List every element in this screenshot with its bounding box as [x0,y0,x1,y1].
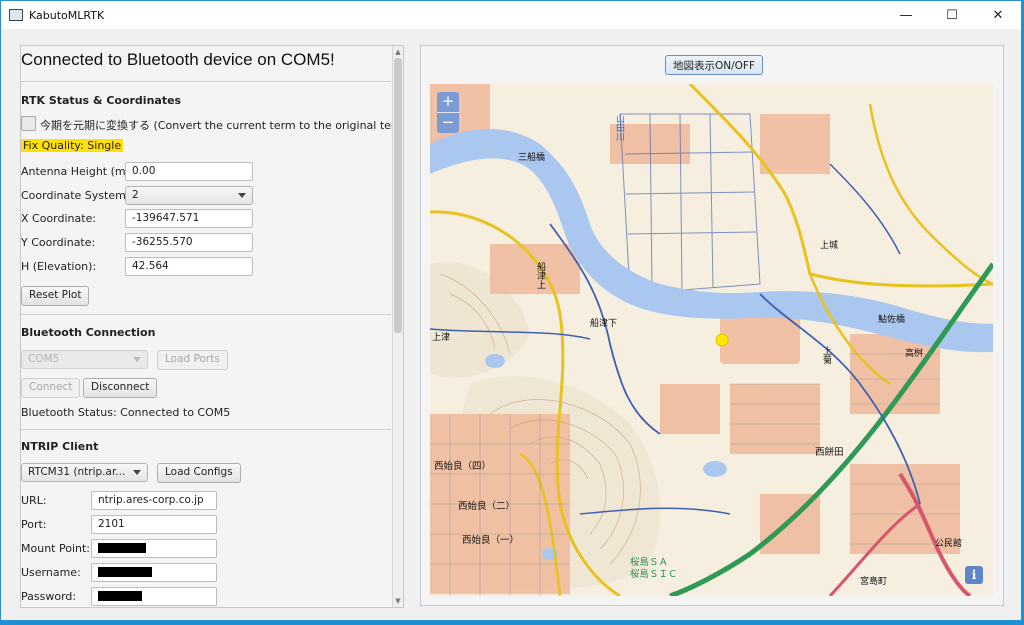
elevation-field[interactable]: 42.564 [125,257,253,276]
port-select: COM5 [21,350,148,369]
url-label: URL: [21,494,47,507]
url-input[interactable]: ntrip.ares-corp.co.jp [91,491,217,510]
map-label-district: 西始良（一） [462,535,520,546]
map-label-district: 西始良（二） [458,501,516,512]
divider [21,81,391,82]
close-button[interactable]: ✕ [975,1,1021,29]
password-label: Password: [21,590,77,603]
map-view[interactable]: 三船橋 山田川 上津 船津上 船津下 鮎佐橋 上菊 高桝 西始良（四） 西始良（… [430,84,993,596]
zoom-in-button[interactable]: + [437,92,459,112]
redaction-mask [98,591,142,601]
map-label-place: 高桝 [905,349,924,359]
port-value: COM5 [28,353,60,365]
app-icon [9,9,23,21]
map-label-bridge: 三船橋 [518,153,546,163]
elevation-label: H (Elevation): [21,260,97,273]
load-ports-button: Load Ports [157,350,228,370]
ntrip-config-value: RTCM31 (ntrip.ar... [28,466,126,478]
port-label: Port: [21,518,47,531]
disconnect-button[interactable]: Disconnect [83,378,158,398]
antenna-height-label: Antenna Height (m): [21,165,134,178]
zoom-control: + − [437,92,459,133]
maximize-button[interactable]: ☐ [929,1,975,29]
bluetooth-status: Bluetooth Status: Connected to COM5 [21,406,231,419]
info-icon[interactable]: i [965,566,983,584]
scroll-thumb[interactable] [394,58,402,333]
x-coordinate-field[interactable]: -139647.571 [125,209,253,228]
scroll-down-arrow-icon[interactable]: ▼ [394,596,402,606]
load-configs-button[interactable]: Load Configs [157,463,241,483]
coord-system-select[interactable]: 2 [125,186,253,205]
reset-plot-button[interactable]: Reset Plot [21,286,90,306]
port-input[interactable]: 2101 [91,515,217,534]
map-label-district: 西始良（四） [434,461,492,472]
chevron-down-icon [238,193,246,198]
chevron-down-icon [133,470,141,475]
redaction-mask [98,567,152,577]
username-input[interactable] [91,563,217,582]
scroll-up-arrow-icon[interactable]: ▲ [394,47,402,57]
map-label-place: 上津 [432,333,451,343]
password-input[interactable] [91,587,217,606]
divider [21,429,391,430]
y-coordinate-field[interactable]: -36255.570 [125,233,253,252]
zoom-out-button[interactable]: − [437,113,459,133]
coord-system-value: 2 [132,189,139,201]
map-label-place: 西餅田 [815,447,844,458]
map-label-place: 船津下 [590,319,618,329]
ntrip-section-title: NTRIP Client [21,440,99,453]
bluetooth-section-title: Bluetooth Connection [21,326,156,339]
map-label-place: 宮島町 [860,577,888,587]
map-label-place: 上菊 [821,346,831,364]
chevron-down-icon [133,357,141,362]
connection-header: Connected to Bluetooth device on COM5! [21,50,335,69]
app-window: KabutoMLRTK — ☐ ✕ Connected to Bluetooth… [0,0,1022,621]
map-label-bridge: 鮎佐橋 [878,315,906,325]
y-coordinate-label: Y Coordinate: [21,236,96,249]
map-label-river: 山田川 [614,114,624,141]
scrollbar[interactable]: ▲ ▼ [392,46,403,607]
antenna-height-input[interactable]: 0.00 [125,162,253,181]
mount-point-input[interactable] [91,539,217,558]
ntrip-config-select[interactable]: RTCM31 (ntrip.ar... [21,463,148,482]
title-bar[interactable]: KabutoMLRTK — ☐ ✕ [1,1,1021,29]
map-toggle-button[interactable]: 地図表示ON/OFF [665,55,764,75]
username-label: Username: [21,566,81,579]
convert-term-label[interactable]: 今期を元期に変換する (Convert the current term to … [40,117,403,133]
control-panel: Connected to Bluetooth device on COM5! R… [20,45,404,608]
map-label-place: 上城 [820,241,839,251]
connect-button: Connect [21,378,81,398]
map-canvas [430,84,993,596]
map-panel: 地図表示ON/OFF 三船橋 山田川 上津 船津上 船津下 鮎佐橋 上菊 高桝 … [420,45,1004,606]
divider [21,314,391,315]
mount-point-label: Mount Point: [21,542,90,555]
coord-system-label: Coordinate System: [21,189,130,202]
convert-term-checkbox[interactable] [21,116,36,131]
window-title: KabutoMLRTK [29,8,105,22]
minimize-button[interactable]: — [883,1,929,29]
map-label-facility: 公民館 [935,539,963,549]
rtk-section-title: RTK Status & Coordinates [21,94,182,107]
fix-quality-badge: Fix Quality: Single [21,139,124,152]
redaction-mask [98,543,146,553]
x-coordinate-label: X Coordinate: [21,212,97,225]
map-label-place: 船津上 [535,262,545,289]
map-label-interchange: 桜島ＳＩＣ [630,569,678,580]
